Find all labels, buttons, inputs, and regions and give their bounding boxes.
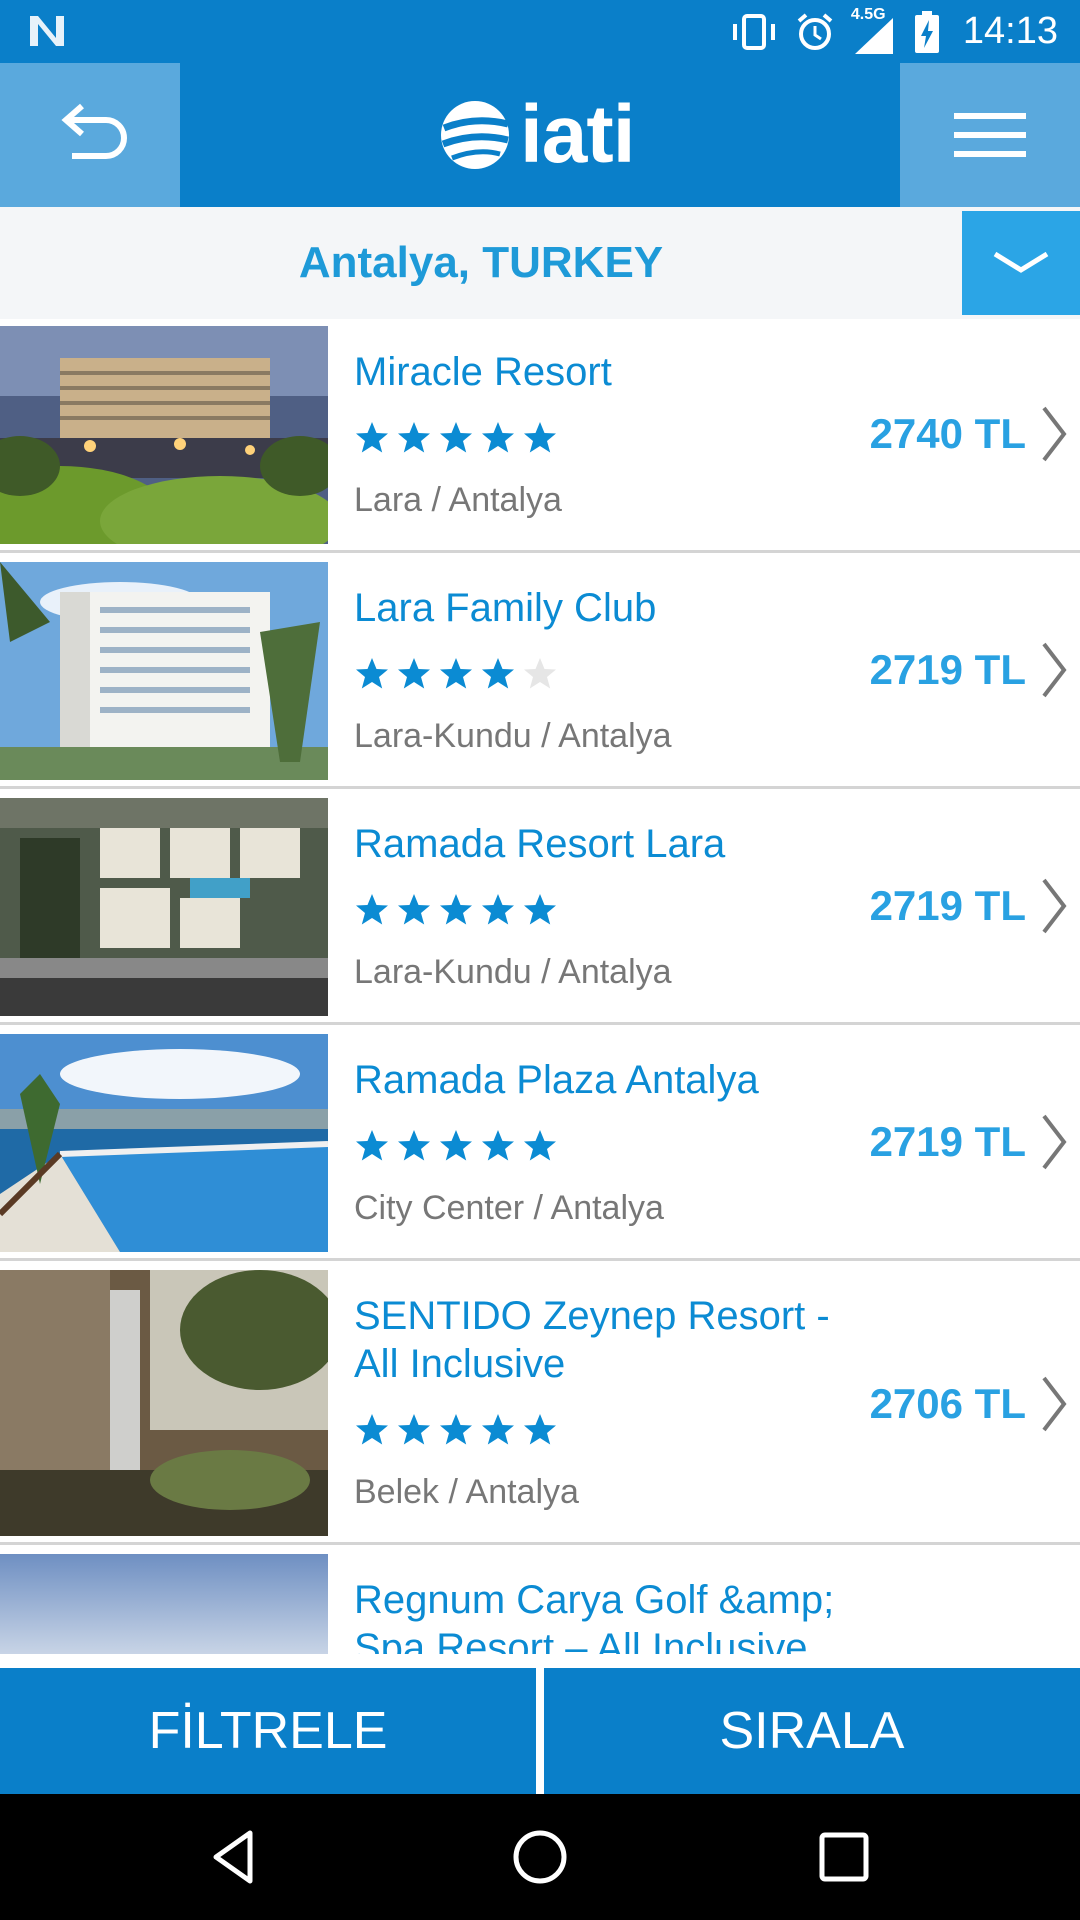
- signal-icon: 4.5G: [851, 6, 897, 54]
- star-filled-icon: [524, 894, 556, 925]
- nav-back-icon[interactable]: [206, 1827, 266, 1887]
- star-rating: [354, 420, 558, 460]
- hotel-photo: [0, 798, 328, 1016]
- star-rating: [354, 1128, 558, 1168]
- hotel-name: Ramada Resort Lara: [354, 822, 726, 866]
- list-divider: [0, 1542, 1080, 1545]
- hotel-location: City Center / Antalya: [354, 1189, 664, 1227]
- status-bar: 4.5G 14:13: [0, 0, 1080, 63]
- star-filled-icon: [356, 894, 388, 925]
- sort-button[interactable]: SIRALA: [544, 1668, 1080, 1794]
- star-filled-icon: [356, 658, 388, 689]
- nav-recents-icon[interactable]: [814, 1827, 874, 1887]
- star-filled-icon: [440, 422, 472, 453]
- hotel-list-item[interactable]: Miracle Resort Lara / Antalya 2740 TL: [0, 326, 1080, 544]
- star-filled-icon: [482, 422, 514, 453]
- app-header: iati: [0, 63, 1080, 207]
- bottom-action-bar: FİLTRELE SIRALA: [0, 1668, 1080, 1794]
- star-filled-icon: [524, 1414, 556, 1445]
- hotel-list-item[interactable]: Ramada Resort Lara Lara-Kundu / Antalya …: [0, 798, 1080, 1016]
- hotel-photo: [0, 1554, 328, 1654]
- star-filled-icon: [398, 422, 430, 453]
- hotel-price: 2706 TL: [869, 1380, 1026, 1427]
- star-filled-icon: [398, 1130, 430, 1161]
- star-filled-icon: [482, 894, 514, 925]
- battery-charging-icon: [914, 10, 939, 53]
- city-selector[interactable]: Antalya, TURKEY: [0, 207, 1080, 319]
- list-divider: [0, 1258, 1080, 1261]
- hotel-list-item[interactable]: Ramada Plaza Antalya City Center / Antal…: [0, 1034, 1080, 1252]
- star-rating: [354, 892, 558, 932]
- hotel-photo: [0, 1034, 328, 1252]
- chevron-right-icon: [1042, 406, 1067, 462]
- star-filled-icon: [482, 658, 514, 689]
- filter-button[interactable]: FİLTRELE: [0, 1668, 536, 1794]
- hotel-name: SENTIDO Zeynep Resort - All Inclusive: [354, 1294, 830, 1386]
- list-divider: [0, 1022, 1080, 1025]
- star-filled-icon: [440, 1414, 472, 1445]
- star-filled-icon: [356, 1414, 388, 1445]
- hotel-photo: [0, 326, 328, 544]
- hotel-location: Lara-Kundu / Antalya: [354, 953, 672, 991]
- hamburger-menu-icon: [954, 113, 1026, 157]
- chevron-down-icon: [993, 251, 1049, 273]
- menu-button[interactable]: [900, 63, 1080, 207]
- star-filled-icon: [440, 658, 472, 689]
- star-filled-icon: [482, 1414, 514, 1445]
- star-filled-icon: [398, 894, 430, 925]
- hotel-price: 2740 TL: [869, 410, 1026, 457]
- hotel-list-item[interactable]: SENTIDO Zeynep Resort - All Inclusive Be…: [0, 1270, 1080, 1536]
- back-button[interactable]: [0, 63, 180, 207]
- list-divider: [0, 550, 1080, 553]
- star-rating: [354, 1412, 558, 1452]
- hotel-list-item[interactable]: Lara Family Club Lara-Kundu / Antalya 27…: [0, 562, 1080, 780]
- hotel-price: 2719 TL: [869, 882, 1026, 929]
- chevron-right-icon: [1042, 878, 1067, 934]
- star-filled-icon: [398, 1414, 430, 1445]
- app-screen: 4.5G 14:13 iati Antalya, TURKEY Miracle …: [0, 0, 1080, 1920]
- star-filled-icon: [482, 1130, 514, 1161]
- star-filled-icon: [356, 1130, 388, 1161]
- globe-logo-icon: [441, 101, 509, 169]
- nav-home-icon[interactable]: [510, 1827, 570, 1887]
- star-filled-icon: [440, 894, 472, 925]
- clock: 14:13: [962, 10, 1058, 52]
- hotel-photo: [0, 562, 328, 780]
- star-filled-icon: [440, 1130, 472, 1161]
- system-nav-bar: [0, 1794, 1080, 1920]
- city-label: Antalya, TURKEY: [298, 238, 664, 287]
- chevron-right-icon: [1042, 1376, 1067, 1432]
- iati-logo: iati: [438, 89, 635, 180]
- chevron-right-icon: [1042, 1114, 1067, 1170]
- star-rating: [354, 656, 558, 696]
- vibrate-icon: [732, 13, 775, 50]
- hotel-photo: [0, 1270, 328, 1536]
- back-arrow-icon: [61, 103, 127, 159]
- hotel-list-item[interactable]: Regnum Carya Golf &amp; Spa Resort – All…: [0, 1554, 1080, 1654]
- list-divider: [0, 786, 1080, 789]
- chevron-right-icon: [1042, 642, 1067, 698]
- hotel-location: Lara / Antalya: [354, 481, 562, 519]
- star-empty-icon: [524, 658, 556, 689]
- hotel-location: Belek / Antalya: [354, 1473, 579, 1511]
- n-icon: [30, 16, 64, 46]
- hotel-price: 2719 TL: [869, 646, 1026, 693]
- star-filled-icon: [356, 422, 388, 453]
- city-dropdown-button[interactable]: [962, 211, 1080, 315]
- star-filled-icon: [524, 422, 556, 453]
- hotel-price: 2719 TL: [869, 1118, 1026, 1165]
- hotel-name: Miracle Resort: [354, 350, 612, 394]
- star-filled-icon: [524, 1130, 556, 1161]
- logo-text: iati: [520, 89, 635, 180]
- alarm-icon: [797, 12, 833, 50]
- hotel-name: Regnum Carya Golf &amp; Spa Resort – All…: [354, 1578, 835, 1654]
- hotel-name: Ramada Plaza Antalya: [354, 1058, 759, 1102]
- hotel-list[interactable]: Miracle Resort Lara / Antalya 2740 TL La…: [0, 326, 1080, 1654]
- star-filled-icon: [398, 658, 430, 689]
- hotel-location: Lara-Kundu / Antalya: [354, 717, 672, 755]
- hotel-name: Lara Family Club: [354, 586, 657, 630]
